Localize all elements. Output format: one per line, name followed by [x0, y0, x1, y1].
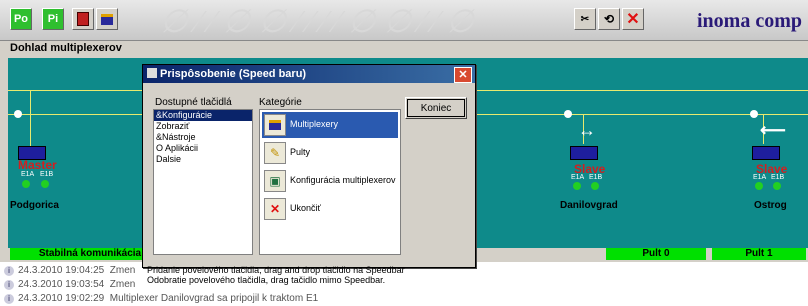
- category-pulty[interactable]: ✎ Pulty: [262, 140, 398, 166]
- undo-button[interactable]: ⟲: [598, 8, 620, 30]
- close-red-x-button[interactable]: ✕: [622, 8, 644, 30]
- list-item[interactable]: &Nástroje: [154, 132, 252, 143]
- configuration-icon: ▣: [264, 170, 286, 192]
- status-led: [573, 182, 581, 190]
- undo-icon: ⟲: [603, 12, 615, 26]
- multiplexer-icon: [101, 13, 113, 25]
- multiplexer-button[interactable]: [96, 8, 118, 30]
- dialog-close-button[interactable]: ✕: [454, 67, 472, 83]
- available-buttons-list[interactable]: &Konfigurácie Zobraziť &Nástroje O Aplik…: [153, 109, 253, 255]
- drop-line-master: [30, 90, 31, 146]
- status-led: [22, 180, 30, 188]
- port-label: E1A: [753, 174, 767, 181]
- status-bar-pult-1: Pult 1: [712, 248, 806, 260]
- exit-x-icon: ✕: [264, 198, 286, 220]
- tool-button[interactable]: [72, 8, 94, 30]
- dialog-hint: Pridanie povelového tlačidla, drag and d…: [147, 265, 405, 285]
- background-watermark: ∅ ∕ ⁄ ∅ ∅ ∕ ∕ ⁄ ⁄ ∅ ∅ ∕ ⁄ ∅: [160, 3, 474, 39]
- list-item[interactable]: Dalsie: [154, 154, 252, 165]
- list-item[interactable]: &Konfigurácie: [154, 110, 252, 121]
- port-label: E1A: [21, 171, 35, 178]
- close-red-x-icon: ✕: [626, 11, 640, 28]
- port-label: E1B: [589, 174, 603, 181]
- pi-button[interactable]: Pi: [42, 8, 64, 30]
- close-icon: ✕: [458, 69, 468, 81]
- multiplexer-icon: [264, 114, 286, 136]
- master-label: Master: [18, 158, 57, 172]
- status-led: [41, 180, 49, 188]
- category-multiplexery[interactable]: Multiplexery: [262, 112, 398, 138]
- log-row[interactable]: i 24.3.2010 19:02:29 Multiplexer Danilovg…: [0, 292, 318, 306]
- status-led: [755, 182, 763, 190]
- available-buttons-label: Dostupné tlačidlá: [155, 97, 232, 108]
- list-item[interactable]: O Aplikácii: [154, 143, 252, 154]
- port-dot: [564, 110, 572, 118]
- status-led: [591, 182, 599, 190]
- slave-multiplexer-icon[interactable]: [570, 146, 598, 160]
- speedbar-customize-button[interactable]: ✂: [574, 8, 596, 30]
- category-konfiguracia[interactable]: ▣ Konfigurácia multiplexerov: [262, 168, 398, 194]
- site-label-danilovgrad: Danilovgrad: [560, 200, 618, 211]
- port-dot: [14, 110, 22, 118]
- speedbar-customize-icon: ✂: [580, 13, 590, 25]
- speedbar-customize-dialog: Prispôsobenie (Speed baru) ✕ Dostupné tl…: [142, 64, 476, 285]
- top-toolbar: ∅ ∕ ⁄ ∅ ∅ ∕ ∕ ⁄ ⁄ ∅ ∅ ∕ ⁄ ∅ Po Pi ✂ ⟲ ✕ …: [0, 0, 808, 41]
- status-led: [773, 182, 781, 190]
- bidirectional-arrow-icon: ↔: [578, 120, 596, 140]
- log-row[interactable]: i 24.3.2010 19:03:54 Zmen: [0, 278, 135, 292]
- category-ukoncit[interactable]: ✕ Ukončiť: [262, 196, 398, 222]
- app-icon: [147, 68, 157, 78]
- tool-red-icon: [77, 12, 89, 26]
- log-row[interactable]: i 24.3.2010 19:04:25 Zmen: [0, 264, 135, 278]
- info-icon: i: [4, 294, 14, 304]
- brand-logo: inoma comp: [697, 10, 802, 32]
- left-arrow-icon: ⟵: [760, 120, 786, 140]
- site-label-ostrog: Ostrog: [754, 200, 787, 211]
- port-label: E1B: [40, 171, 54, 178]
- page-title: Dohlad multiplexerov: [10, 42, 122, 54]
- site-label-podgorica: Podgorica: [10, 200, 59, 211]
- close-dialog-button[interactable]: Koniec: [405, 97, 467, 119]
- categories-list[interactable]: Multiplexery ✎ Pulty ▣ Konfigurácia mult…: [259, 109, 401, 255]
- status-bar-pult-0: Pult 0: [606, 248, 706, 260]
- dialog-title: Prispôsobenie (Speed baru): [160, 68, 307, 80]
- port-dot: [750, 110, 758, 118]
- info-icon: i: [4, 280, 14, 290]
- po-button[interactable]: Po: [10, 8, 32, 30]
- port-label: E1B: [771, 174, 785, 181]
- dialog-title-bar[interactable]: Prispôsobenie (Speed baru) ✕: [143, 65, 475, 83]
- info-icon: i: [4, 266, 14, 276]
- list-item[interactable]: Zobraziť: [154, 121, 252, 132]
- categories-label: Kategórie: [259, 97, 302, 108]
- console-icon: ✎: [264, 142, 286, 164]
- slave-multiplexer-icon[interactable]: [752, 146, 780, 160]
- port-label: E1A: [571, 174, 585, 181]
